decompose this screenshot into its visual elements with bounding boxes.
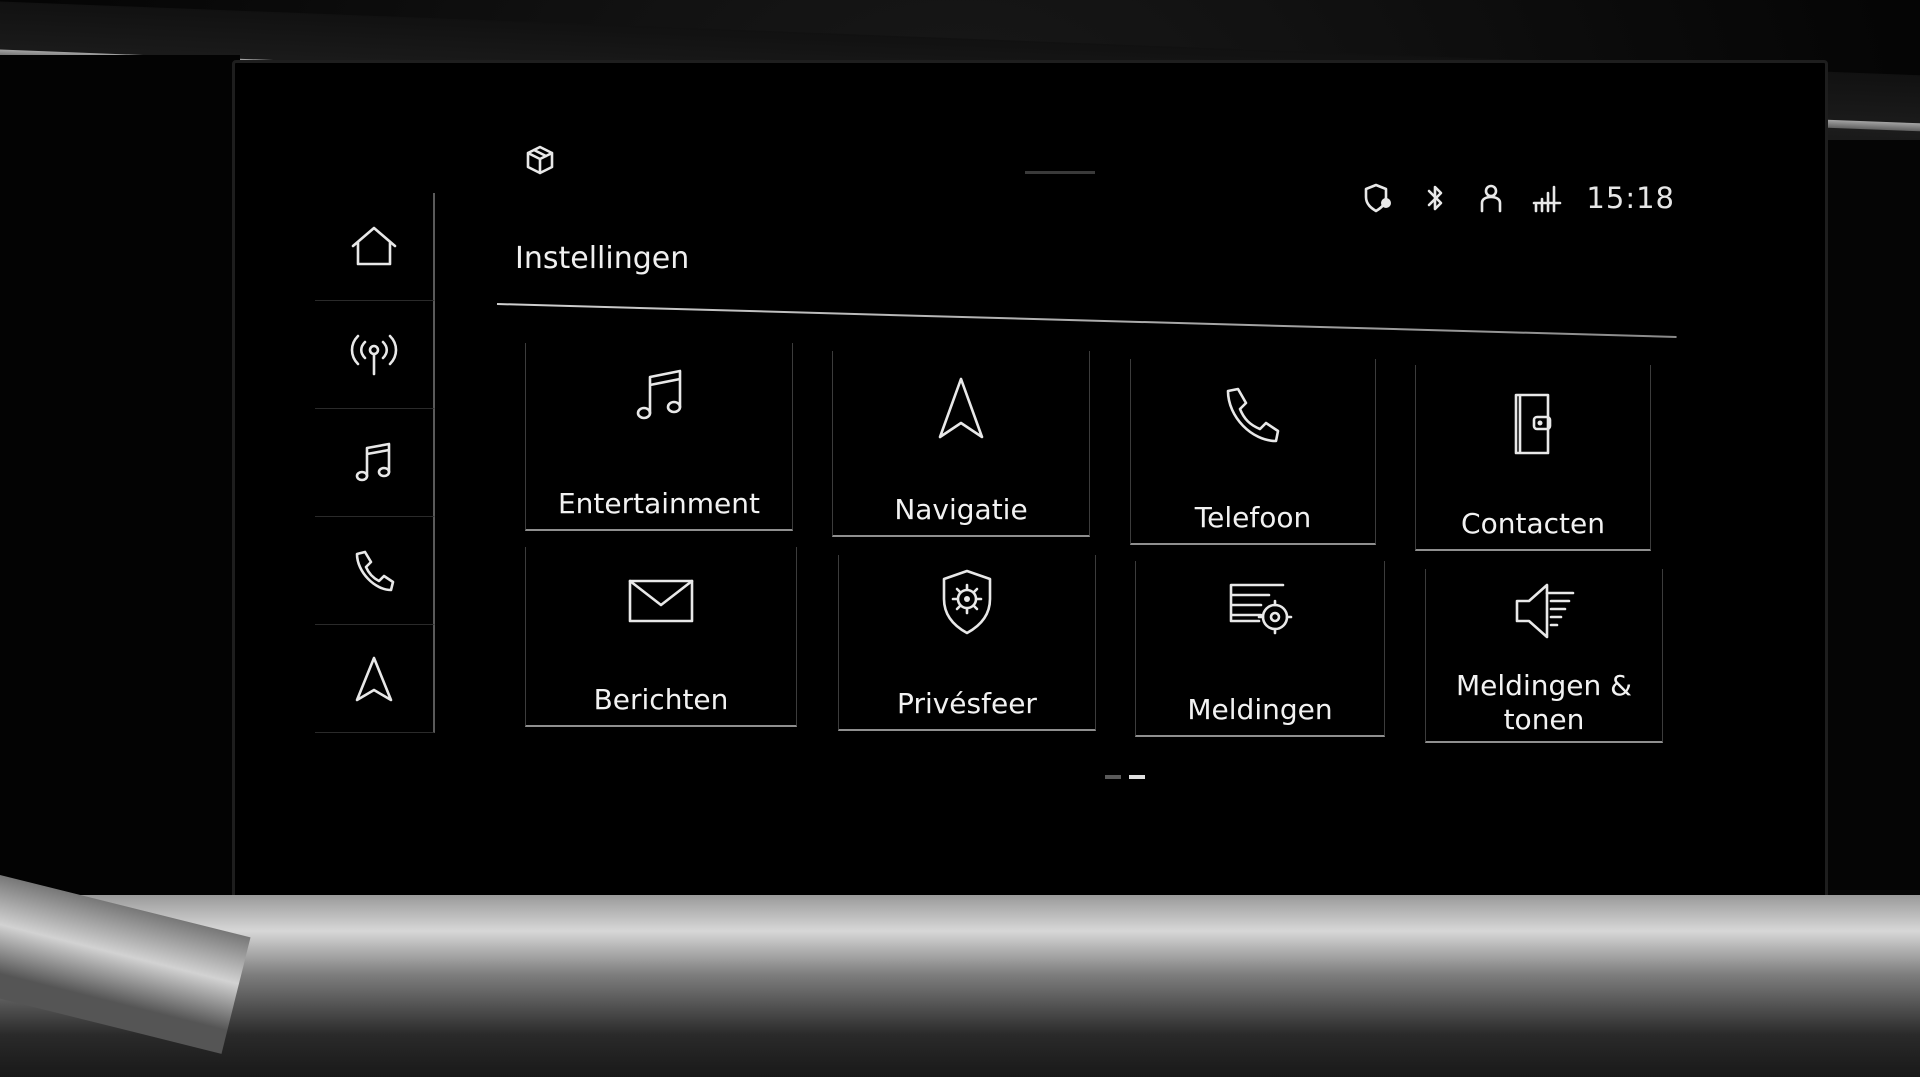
- status-bar: 15:18: [1362, 181, 1675, 215]
- envelope-icon: [628, 579, 694, 623]
- sidebar-item-media[interactable]: [315, 409, 435, 517]
- privacy-shield-gear-icon: [942, 569, 992, 635]
- tile-label: Contacten: [1461, 507, 1605, 540]
- title-divider: [496, 303, 1677, 338]
- tile-contacten[interactable]: Contacten: [1415, 365, 1651, 551]
- sidebar-item-home[interactable]: [315, 193, 435, 301]
- dashboard-trim-bottom: [0, 895, 1920, 1077]
- user-profile-icon: [1481, 184, 1502, 213]
- page-title: Instellingen: [515, 241, 690, 276]
- music-note-icon: [636, 369, 682, 420]
- sidebar-item-navigation[interactable]: [315, 625, 435, 733]
- lte-signal-icon: [1533, 185, 1562, 213]
- tile-berichten[interactable]: Berichten: [525, 547, 797, 727]
- clock: 15:18: [1586, 181, 1675, 215]
- home-icon: [351, 226, 397, 265]
- tile-navigatie[interactable]: Navigatie: [832, 351, 1090, 537]
- car-dashboard: 15:18 Instellingen Entertainment Navigat…: [0, 0, 1920, 1077]
- page-dot-2-active[interactable]: [1129, 775, 1145, 779]
- tile-entertainment[interactable]: Entertainment: [525, 343, 793, 531]
- tile-meldingen-en-tonen[interactable]: Meldingen & tonen: [1425, 569, 1663, 743]
- tile-label: Telefoon: [1194, 501, 1312, 534]
- tile-meldingen[interactable]: Meldingen: [1135, 561, 1385, 737]
- radio-antenna-icon: [350, 334, 398, 375]
- sidebar-item-radio[interactable]: [315, 301, 435, 409]
- phone-icon: [1226, 387, 1280, 443]
- music-note-icon: [355, 442, 391, 481]
- location-shield-icon: [1365, 183, 1392, 213]
- cube-icon[interactable]: [523, 143, 557, 177]
- phone-icon: [355, 550, 395, 591]
- bluetooth-icon: [1428, 185, 1443, 211]
- tile-label: Privésfeer: [897, 687, 1037, 720]
- navigation-arrow-icon: [355, 656, 393, 701]
- left-side-panel: [0, 55, 240, 915]
- tile-label: Entertainment: [557, 487, 761, 520]
- page-indicator[interactable]: [1105, 775, 1145, 779]
- tile-label: Berichten: [593, 683, 729, 716]
- side-navigation: [315, 193, 440, 733]
- tile-telefoon[interactable]: Telefoon: [1130, 359, 1376, 545]
- speaker-volume-icon: [1515, 583, 1575, 639]
- pull-down-handle[interactable]: [1025, 171, 1095, 174]
- sidebar-item-phone[interactable]: [315, 517, 435, 625]
- tile-privesfeer[interactable]: Privésfeer: [838, 555, 1096, 731]
- page-dot-1[interactable]: [1105, 775, 1121, 779]
- notification-gear-icon: [1229, 583, 1293, 635]
- contact-book-icon: [1514, 393, 1552, 455]
- infotainment-screen: 15:18 Instellingen Entertainment Navigat…: [232, 60, 1828, 921]
- tile-label: Meldingen & tonen: [1456, 669, 1632, 736]
- tile-label: Navigatie: [894, 493, 1028, 526]
- tile-label: Meldingen: [1187, 693, 1333, 726]
- navigation-arrow-icon: [938, 377, 984, 439]
